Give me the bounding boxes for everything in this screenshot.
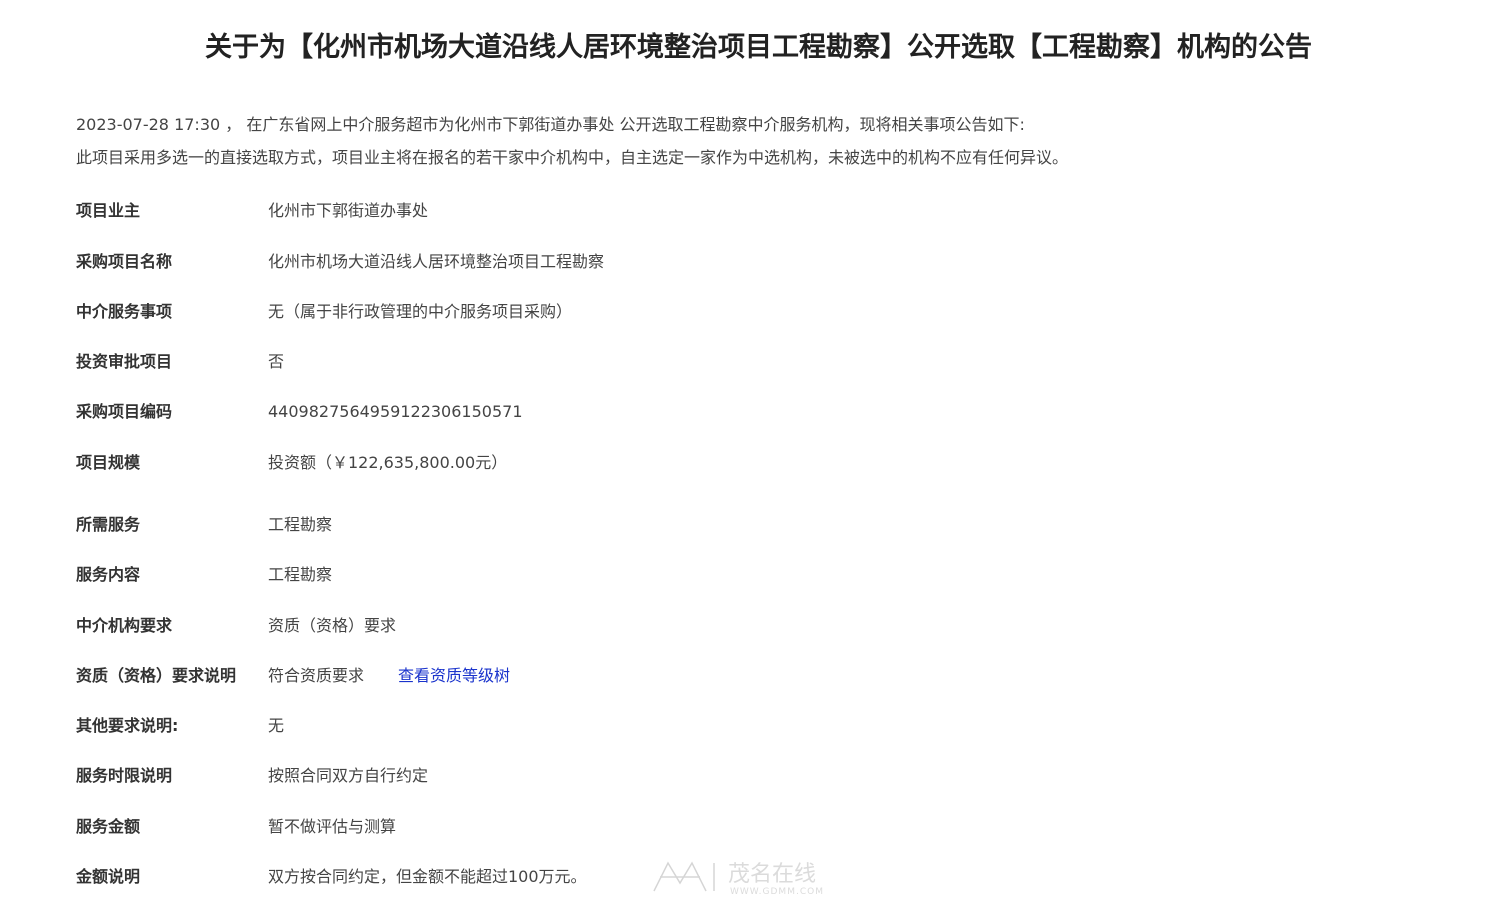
detail-row-project-code: 采购项目编码 440982756495912230615057​1	[76, 399, 1176, 425]
gdmm-watermark-logo: 茂名在线 WWW.GDMM.COM	[653, 861, 824, 897]
detail-row-scale: 项目规模 投资额（￥122,635,800.00元）	[76, 450, 1176, 476]
watermark-url: WWW.GDMM.COM	[730, 887, 824, 897]
detail-value: 暂不做评估与测算	[268, 817, 397, 836]
detail-row-service-item: 中介服务事项 无（属于非行政管理的中介服务项目采购）	[76, 299, 1176, 325]
detail-value: 化州市下郭街道办事处	[268, 201, 429, 220]
detail-label: 中介服务事项	[76, 302, 173, 321]
detail-label: 中介机构要求	[76, 616, 173, 635]
watermark-text: 茂名在线	[728, 862, 816, 887]
detail-label: 项目规模	[76, 453, 141, 472]
detail-value: 工程勘察	[268, 515, 333, 534]
detail-value: 资质（资格）要求	[268, 616, 397, 635]
detail-label: 服务时限说明	[76, 766, 173, 785]
detail-value: 化州市机场大道沿线人居环境整治项目工程勘察	[268, 252, 605, 271]
detail-label: 服务内容	[76, 565, 141, 584]
detail-value: 符合资质要求	[268, 666, 365, 685]
detail-row-owner: 项目业主 化州市下郭街道办事处	[76, 198, 1176, 224]
detail-label: 其他要求说明:	[76, 716, 179, 735]
detail-value: 按照合同双方自行约定	[268, 766, 429, 785]
intro-line-1: 2023-07-28 17:30 ， 在广东省网上中介服务超市为化州市下郭街道办…	[76, 115, 1025, 134]
detail-label: 所需服务	[76, 515, 141, 534]
detail-row-qualification-desc: 资质（资格）要求说明 符合资质要求 查看资质等级树	[76, 663, 1176, 689]
detail-row-time-limit: 服务时限说明 按照合同双方自行约定	[76, 763, 1176, 789]
detail-label: 采购项目编码	[76, 402, 173, 421]
detail-row-service-content: 服务内容 工程勘察	[76, 562, 1176, 588]
detail-value: 无（属于非行政管理的中介服务项目采购）	[268, 302, 573, 321]
announcement-page: 关于为【化州市机场大道沿线人居环境整治项目工程勘察】公开选取【工程勘察】机构的公…	[0, 0, 1498, 901]
detail-label: 投资审批项目	[76, 352, 173, 371]
intro-line-2: 此项目采用多选一的直接选取方式，项目业主将在报名的若干家中介机构中，自主选定一家…	[76, 148, 1069, 167]
detail-value: 工程勘察	[268, 565, 333, 584]
detail-value: 无	[268, 716, 285, 735]
qualification-tree-link[interactable]: 查看资质等级树	[398, 663, 510, 689]
detail-label: 金额说明	[76, 867, 141, 886]
detail-row-project-name: 采购项目名称 化州市机场大道沿线人居环境整治项目工程勘察	[76, 249, 1176, 275]
detail-row-other-requirement: 其他要求说明: 无	[76, 713, 1176, 739]
detail-row-investment-approval: 投资审批项目 否	[76, 349, 1176, 375]
detail-row-required-service: 所需服务 工程勘察	[76, 512, 1176, 538]
detail-value: 双方按合同约定，但金额不能超过100万元。	[268, 867, 587, 886]
detail-row-agency-requirement: 中介机构要求 资质（资格）要求	[76, 613, 1176, 639]
detail-row-amount: 服务金额 暂不做评估与测算	[76, 814, 1176, 840]
detail-row-amount-desc: 金额说明 双方按合同约定，但金额不能超过100万元。	[76, 864, 1176, 890]
detail-value: 否	[268, 352, 285, 371]
detail-label: 采购项目名称	[76, 252, 173, 271]
detail-value: 440982756495912230615057​1	[268, 402, 523, 421]
detail-label: 服务金额	[76, 817, 141, 836]
detail-label: 资质（资格）要求说明	[76, 666, 237, 685]
detail-label: 项目业主	[76, 201, 141, 220]
detail-value: 投资额（￥122,635,800.00元）	[268, 453, 508, 472]
page-title: 关于为【化州市机场大道沿线人居环境整治项目工程勘察】公开选取【工程勘察】机构的公…	[205, 32, 1312, 63]
